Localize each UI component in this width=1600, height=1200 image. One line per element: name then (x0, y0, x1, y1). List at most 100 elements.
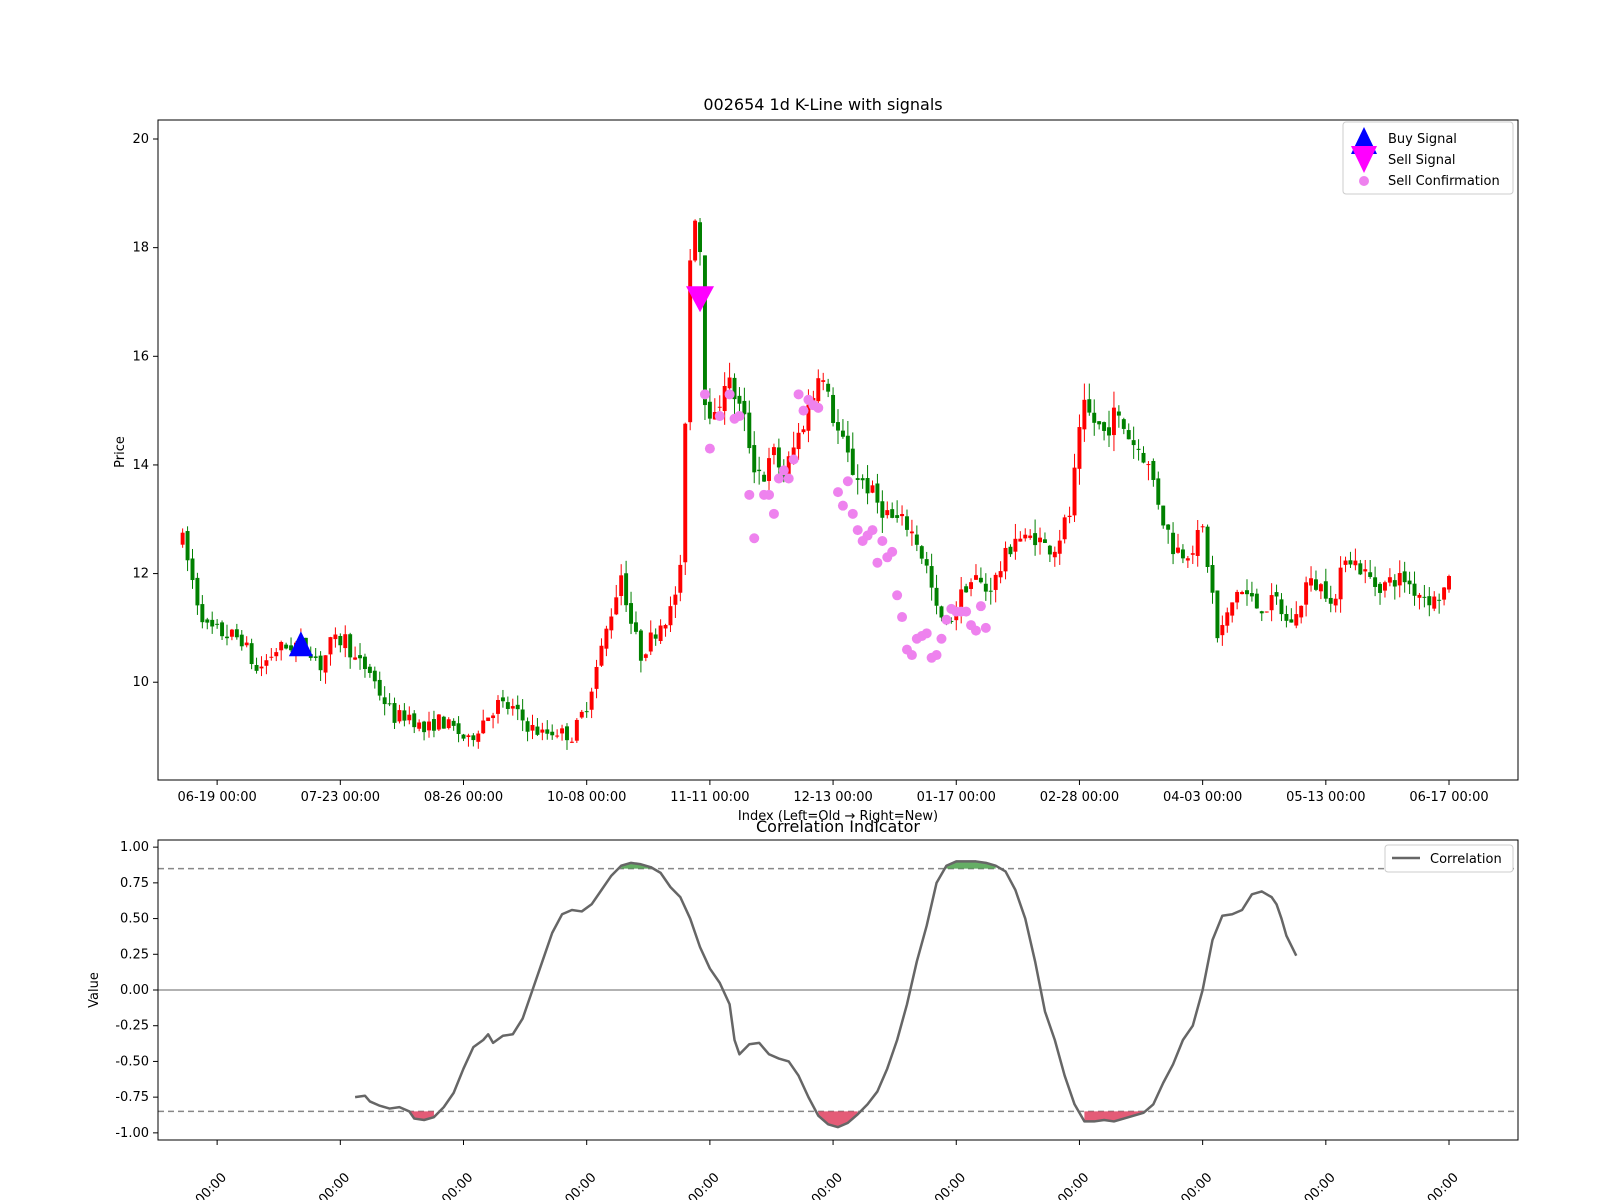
candle-body (1215, 590, 1220, 639)
candle-body (358, 655, 362, 659)
candle-body (757, 469, 762, 472)
candle-body (767, 458, 771, 481)
sell-confirmation-point (744, 489, 755, 500)
candle-body (698, 222, 702, 253)
candle-body (1072, 467, 1077, 516)
correlation-y-tick-label: 1.00 (120, 840, 149, 855)
candle-body (742, 400, 747, 415)
candle-body (431, 719, 436, 731)
candle-body (264, 660, 269, 666)
sell-confirmation-point (852, 525, 863, 536)
candle-body (1382, 582, 1387, 591)
candle-body (491, 715, 496, 719)
candle-body (382, 697, 387, 705)
candle-body (461, 734, 466, 739)
candle-body (609, 616, 614, 631)
sell-confirmation-point (921, 628, 932, 639)
candle-body (722, 386, 727, 412)
candle-body (924, 559, 929, 566)
candle-body (752, 445, 757, 473)
candle-body (1141, 452, 1146, 463)
candle-body (900, 514, 905, 517)
candle-body (1309, 578, 1314, 586)
candle-body (436, 714, 441, 730)
candle-body (673, 594, 678, 605)
legend-sell-confirmation-label: Sell Confirmation (1388, 174, 1500, 189)
candle-body (1269, 595, 1274, 611)
candle-body (466, 735, 471, 738)
candle-body (1131, 440, 1136, 446)
candle-body (1013, 538, 1018, 552)
candle-body (1077, 427, 1082, 469)
candle-body (1047, 545, 1052, 555)
candle-body (648, 632, 653, 652)
candle-body (1121, 419, 1126, 429)
candle-body (1427, 596, 1432, 606)
candle-body (234, 629, 239, 638)
candle-body (1008, 546, 1013, 555)
candle-body (1254, 593, 1259, 609)
candle-body (190, 558, 195, 581)
kline-y-tick-label: 12 (132, 567, 149, 582)
sell-confirmation-point (931, 650, 942, 661)
sell-confirmation-point (975, 601, 986, 612)
kline-chart-title: 002654 1d K-Line with signals (703, 95, 942, 114)
kline-x-axis: 06-19 00:00 07-23 00:00 08-26 00:00 10-08 0… (177, 780, 1489, 805)
candle-body (279, 641, 284, 651)
correlation-legend: Correlation (1384, 844, 1514, 873)
candle-body (1052, 551, 1057, 558)
candle-body (791, 447, 796, 456)
correlation-y-tick-label: 0.25 (120, 947, 149, 962)
correlation-line (354, 860, 1298, 1129)
correlation-y-tick-label: -0.25 (115, 1019, 149, 1034)
candle-body (638, 630, 643, 661)
correlation-y-tick-label: -0.75 (115, 1090, 149, 1105)
correlation-x-tick-label: 9 00:00 (184, 1170, 230, 1200)
kline-y-tick-label: 16 (132, 349, 149, 364)
candle-body (225, 636, 229, 639)
correlation-chart-title: Correlation Indicator (756, 817, 920, 836)
candle-body (496, 699, 500, 714)
candle-body (392, 703, 397, 723)
candle-body (875, 483, 880, 503)
sell-confirmation-point (714, 411, 725, 422)
candle-body (200, 604, 205, 623)
candle-body (1180, 549, 1185, 559)
candle-body (229, 629, 234, 637)
kline-y-tick-label: 18 (132, 241, 149, 256)
candle-body (1097, 421, 1102, 425)
candle-body (1195, 530, 1200, 556)
candle-body (422, 721, 427, 733)
correlation-x-tick-label: 26 00:00 (425, 1170, 477, 1200)
candle-body (717, 406, 722, 408)
candle-body (1116, 411, 1121, 416)
candle-body (604, 628, 609, 649)
candle-body (195, 577, 200, 606)
candle-body (707, 401, 712, 419)
sell-confirmation-point (892, 590, 903, 601)
candle-body (569, 741, 574, 743)
candle-body (579, 711, 584, 718)
sell-confirmation-point (764, 489, 775, 500)
candle-body (702, 255, 707, 406)
sell-confirmation-point (936, 633, 947, 644)
candle-body (338, 635, 343, 646)
sell-confirmation-point (842, 476, 853, 487)
candle-body (776, 447, 781, 468)
kline-plot-frame (157, 119, 1519, 781)
candle-body (1156, 478, 1161, 505)
candle-body (1028, 535, 1033, 538)
candle-body (1392, 580, 1397, 587)
candle-body (1407, 580, 1412, 585)
candle-body (1432, 596, 1437, 609)
candle-body (1082, 399, 1087, 430)
kline-x-tick-label: 05-13 00:00 (1286, 790, 1365, 805)
candle-body (1264, 611, 1269, 613)
correlation-y-tick-label: 0.75 (120, 876, 149, 891)
candle-body (909, 531, 914, 534)
figure: 002654 1d K-Line with signals 10 12 14 16 18… (87, 95, 1519, 1200)
correlation-chart: Correlation Indicator 1.00 0.75 0.50 0.25 0.… (87, 817, 1519, 1200)
kline-x-tick-label: 08-26 00:00 (424, 790, 503, 805)
correlation-y-tick-label: 0.50 (120, 912, 149, 927)
candle-body (259, 666, 264, 669)
